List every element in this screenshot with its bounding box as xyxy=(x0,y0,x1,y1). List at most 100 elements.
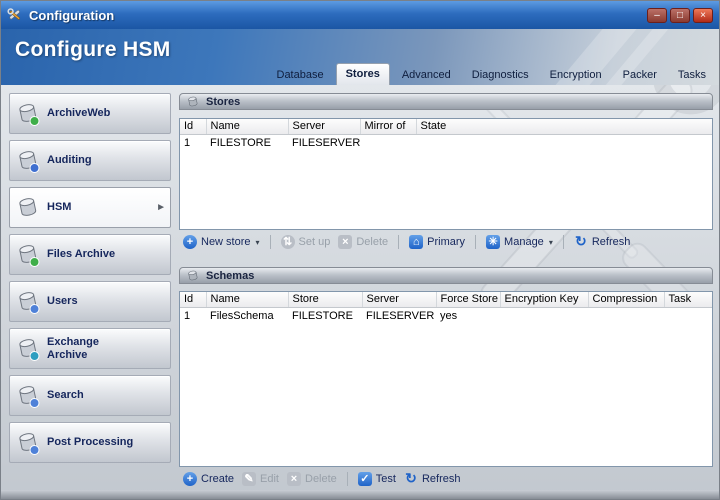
sidebar-item-exchange-archive[interactable]: Exchange Archive xyxy=(9,328,171,369)
column-header: Force Store xyxy=(436,292,501,308)
test-button[interactable]: ✓ Test xyxy=(354,471,400,487)
button-label: Delete xyxy=(305,473,337,485)
create-button[interactable]: + Create xyxy=(179,471,238,487)
toolbar-separator xyxy=(475,235,477,249)
delete-icon: × xyxy=(338,235,353,249)
stores-icon xyxy=(188,96,198,106)
button-label: New store xyxy=(201,236,251,248)
tab-packer[interactable]: Packer xyxy=(614,65,666,85)
app-tools-icon xyxy=(7,8,21,20)
cell: 1 xyxy=(184,136,191,149)
chevron-down-icon[interactable]: ▾ xyxy=(549,238,553,247)
toolbar-separator xyxy=(346,472,348,486)
cell xyxy=(500,307,588,324)
stores-toolbar: + New store ▾ ⇅ Set up × Delete ⌂ Primar… xyxy=(179,232,713,252)
post-processing-icon xyxy=(19,432,40,455)
add-icon: + xyxy=(183,235,197,249)
stores-table: Id Name Server Mirror of State 1 FILESTO… xyxy=(179,118,713,230)
delete-icon: × xyxy=(287,472,301,486)
new-store-button[interactable]: + New store ▾ xyxy=(179,234,264,250)
column-header: Id xyxy=(180,119,207,135)
sidebar-item-auditing[interactable]: Auditing xyxy=(9,140,171,181)
chevron-down-icon[interactable]: ▾ xyxy=(256,238,260,247)
tab-tasks[interactable]: Tasks xyxy=(669,65,715,85)
column-header: Task xyxy=(664,292,712,308)
cell xyxy=(664,307,712,324)
table-row[interactable]: 1 FILESTORE FILESERVER xyxy=(180,134,712,151)
sidebar-item-label: ArchiveWeb xyxy=(47,107,111,120)
tab-diagnostics[interactable]: Diagnostics xyxy=(463,65,538,85)
close-button[interactable]: × xyxy=(693,7,713,23)
edit-button[interactable]: ✎ Edit xyxy=(238,471,283,487)
column-header: Id xyxy=(180,292,207,308)
toolbar-separator xyxy=(398,235,400,249)
table-row[interactable]: 1 FilesSchema FILESTORE FILESERVER yes xyxy=(180,307,712,324)
column-header: Compression xyxy=(588,292,665,308)
add-icon: + xyxy=(183,472,197,486)
cell xyxy=(360,134,416,151)
manage-button[interactable]: ✳ Manage ▾ xyxy=(482,234,557,250)
search-icon xyxy=(19,385,40,408)
column-header: Store xyxy=(288,292,363,308)
refresh-schemas-button[interactable]: ↻ Refresh xyxy=(400,471,465,487)
button-label: Refresh xyxy=(421,473,461,485)
sidebar-item-files-archive[interactable]: Files Archive xyxy=(9,234,171,275)
schemas-toolbar: + Create ✎ Edit × Delete ✓ Test ↻ Refres… xyxy=(179,469,713,489)
edit-pencil-icon: ✎ xyxy=(242,472,257,486)
minimize-button[interactable]: – xyxy=(647,7,667,23)
toolbar-separator xyxy=(562,235,564,249)
content-area: ArchiveWeb Auditing HSM ► Files Archive … xyxy=(1,79,719,499)
setup-icon: ⇅ xyxy=(280,235,295,249)
sidebar-item-archiveweb[interactable]: ArchiveWeb xyxy=(9,93,171,134)
sidebar-item-search[interactable]: Search xyxy=(9,375,171,416)
sidebar-nav: ArchiveWeb Auditing HSM ► Files Archive … xyxy=(9,93,171,469)
users-icon xyxy=(19,291,40,314)
page-header: Configure HSM Database Stores Advanced D… xyxy=(1,29,719,85)
schemas-group-title: Schemas xyxy=(206,269,255,282)
manage-gear-icon: ✳ xyxy=(486,235,501,249)
selected-arrow-icon: ► xyxy=(156,202,166,213)
refresh-stores-button[interactable]: ↻ Refresh xyxy=(570,234,635,250)
column-header: Server xyxy=(288,119,361,135)
column-header: Encryption Key xyxy=(500,292,589,308)
title-bar: Configuration – □ × xyxy=(1,1,719,29)
home-icon: ⌂ xyxy=(409,235,424,249)
tab-bar: Database Stores Advanced Diagnostics Enc… xyxy=(265,63,716,85)
sidebar-item-label: Search xyxy=(47,389,84,402)
sidebar-item-users[interactable]: Users xyxy=(9,281,171,322)
hsm-icon xyxy=(19,197,37,216)
sidebar-item-post-processing[interactable]: Post Processing xyxy=(9,422,171,463)
sidebar-item-label: Users xyxy=(47,295,78,308)
delete-store-button[interactable]: × Delete xyxy=(334,234,392,250)
column-header: Server xyxy=(362,292,437,308)
archiveweb-icon xyxy=(19,103,40,126)
sidebar-item-label: HSM xyxy=(47,201,72,214)
button-label: Edit xyxy=(260,473,279,485)
sidebar-item-label: Files Archive xyxy=(47,248,116,261)
cell: FILESERVER xyxy=(366,309,435,322)
configuration-window: Configuration – □ × Configure HSM Databa… xyxy=(0,0,720,500)
primary-button[interactable]: ⌂ Primary xyxy=(405,234,469,250)
schemas-group-header: Schemas xyxy=(179,267,713,284)
cell: FILESERVER xyxy=(292,136,360,149)
button-label: Set up xyxy=(298,236,331,248)
tab-advanced[interactable]: Advanced xyxy=(393,65,460,85)
page-title: Configure HSM xyxy=(15,38,171,61)
button-label: Create xyxy=(201,473,235,485)
window-controls: – □ × xyxy=(647,7,713,23)
cell: yes xyxy=(440,309,458,322)
tab-encryption[interactable]: Encryption xyxy=(541,65,611,85)
set-up-button[interactable]: ⇅ Set up xyxy=(277,234,335,250)
maximize-button[interactable]: □ xyxy=(670,7,690,23)
window-title: Configuration xyxy=(29,7,115,23)
tab-database[interactable]: Database xyxy=(268,65,333,85)
sidebar-item-hsm[interactable]: HSM ► xyxy=(9,187,171,228)
column-header: Mirror of xyxy=(360,119,417,135)
tab-stores[interactable]: Stores xyxy=(335,63,390,85)
refresh-icon: ↻ xyxy=(405,470,417,486)
cell: FILESTORE xyxy=(210,136,271,149)
delete-schema-button[interactable]: × Delete xyxy=(283,471,341,487)
exchange-archive-icon xyxy=(19,338,40,361)
button-label: Refresh xyxy=(591,236,631,248)
button-label: Test xyxy=(375,473,396,485)
